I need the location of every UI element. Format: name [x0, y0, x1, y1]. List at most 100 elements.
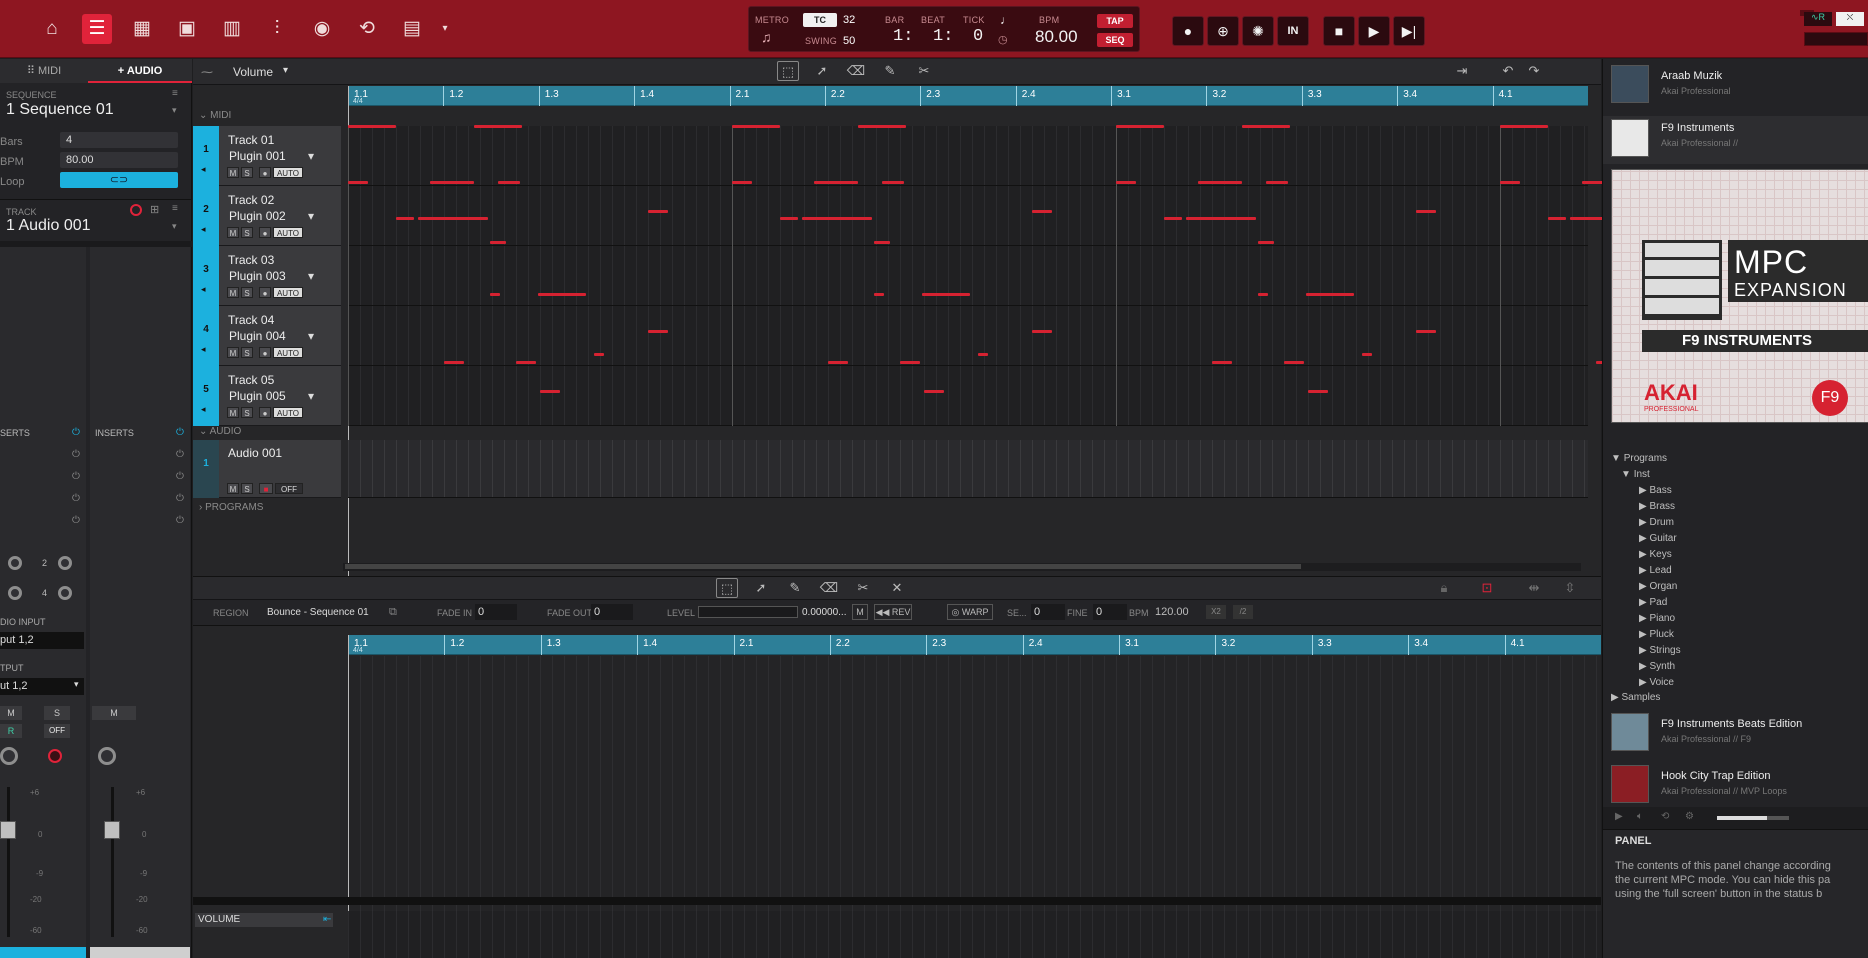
track-name[interactable]: Audio 001 [228, 446, 282, 460]
grid-mode-icon[interactable]: ▦ [127, 14, 157, 44]
midi-section-header[interactable]: ⌄ MIDI [199, 110, 231, 121]
midi-note[interactable] [1548, 217, 1566, 220]
fade-in-field[interactable]: 0 [475, 604, 517, 620]
midi-note[interactable] [540, 389, 560, 393]
bpm-field[interactable]: 120.00 [1155, 606, 1189, 618]
midi-note[interactable] [648, 209, 668, 213]
plugin-select[interactable]: Plugin 002 [229, 209, 314, 223]
tree-toggle-icon[interactable]: ▶ [1639, 533, 1649, 544]
midi-note[interactable] [1362, 353, 1372, 356]
plugin-select[interactable]: Plugin 004 [229, 329, 314, 343]
track-number[interactable]: 5 [193, 366, 219, 426]
insert-slot-power-icon[interactable]: ⏻ [72, 449, 80, 460]
mute-button[interactable]: M [227, 227, 239, 238]
plugin-select[interactable]: Plugin 005 [229, 389, 314, 403]
midi-note[interactable] [1116, 181, 1136, 184]
midi-note[interactable] [1186, 217, 1256, 220]
tick-value[interactable]: 0 [973, 27, 983, 46]
track-lane[interactable] [348, 246, 1738, 306]
track-number[interactable]: 1 [193, 126, 219, 186]
bars-field[interactable]: 4 [60, 132, 178, 148]
play-preview-icon[interactable]: ▶ [1615, 811, 1623, 822]
warp-button[interactable]: ◎ WARP [947, 604, 993, 620]
beat-value[interactable]: 1: [933, 27, 953, 46]
mute-button[interactable]: M [227, 347, 239, 358]
menu-icon[interactable]: ≡ [172, 88, 178, 99]
track-name[interactable]: Track 05 [228, 373, 274, 387]
midi-note[interactable] [430, 181, 474, 184]
solo-button[interactable]: S [44, 706, 70, 720]
pencil-tool-icon[interactable]: ✎ [784, 578, 806, 598]
tree-item-strings[interactable]: ▶ Strings [1639, 645, 1681, 656]
wifi-r-icon[interactable]: ∿R [1804, 12, 1832, 26]
audio-track-lane[interactable] [348, 440, 1588, 498]
record-mode-icon[interactable]: ◉ [307, 14, 337, 44]
tap-button[interactable]: TAP [1097, 14, 1133, 28]
overdub-button[interactable]: ⊕ [1207, 16, 1239, 46]
midi-note[interactable] [858, 124, 906, 128]
audio-section-header[interactable]: ⌄ AUDIO [199, 426, 241, 437]
fade-out-field[interactable]: 0 [591, 604, 633, 620]
tree-toggle-icon[interactable]: ▶ [1639, 485, 1649, 496]
midi-note[interactable] [594, 353, 604, 356]
browser-item-title[interactable]: Hook City Trap Edition [1661, 770, 1770, 782]
track-lane[interactable] [348, 124, 1674, 186]
stop-button[interactable]: ■ [1323, 16, 1355, 46]
auto-button[interactable]: AUTO [273, 287, 303, 298]
track-record-icon[interactable] [130, 204, 142, 216]
programs-section-header[interactable]: › PROGRAMS [199, 502, 263, 513]
scissors-tool-icon[interactable]: ✂ [913, 61, 935, 81]
midi-note[interactable] [828, 361, 848, 364]
tree-samples[interactable]: ▶ Samples [1611, 692, 1660, 703]
automation-button[interactable]: ✺ [1242, 16, 1274, 46]
midi-note[interactable] [978, 353, 988, 356]
midi-note[interactable] [1266, 181, 1288, 184]
midi-note[interactable] [444, 361, 464, 364]
track-header[interactable]: 1◂ Track 01 Plugin 001 MS ●AUTO [193, 126, 341, 186]
midi-note[interactable] [1308, 389, 1328, 393]
volume-fader[interactable] [0, 821, 16, 839]
solo-button[interactable]: S [241, 483, 253, 494]
follow-icon[interactable]: ⇥ [1451, 61, 1473, 81]
lock-icon[interactable]: 🔒︎ [1433, 578, 1455, 598]
seq-button[interactable]: SEQ [1097, 33, 1133, 47]
track-number[interactable]: 3 [193, 246, 219, 306]
tree-item-synth[interactable]: ▶ Synth [1639, 661, 1675, 672]
browser-item-title[interactable]: F9 Instruments [1661, 122, 1734, 134]
pointer-tool-icon[interactable]: ➚ [811, 61, 833, 81]
playhead[interactable] [348, 635, 349, 955]
chevron-down-icon[interactable]: ▾ [283, 65, 288, 76]
read-button[interactable]: R [0, 724, 22, 738]
tree-item-lead[interactable]: ▶ Lead [1639, 565, 1672, 576]
connection-icon[interactable]: ⛌ [1836, 12, 1864, 26]
eraser-tool-icon[interactable]: ⌫ [818, 578, 840, 598]
auto-button[interactable]: AUTO [273, 407, 303, 418]
scissors-tool-icon[interactable]: ✂ [852, 578, 874, 598]
track-number[interactable]: 4 [193, 306, 219, 366]
midi-note[interactable] [538, 293, 586, 296]
insert-slot-power-icon[interactable]: ⏻ [72, 471, 80, 482]
mute-button[interactable]: M [0, 706, 22, 720]
track-header[interactable]: 2◂ Track 02 Plugin 002 MS ●AUTO [193, 186, 341, 246]
insert-slot-power-icon[interactable]: ⏻ [176, 449, 184, 460]
send-knob[interactable] [8, 586, 22, 600]
tree-item-pluck[interactable]: ▶ Pluck [1639, 629, 1674, 640]
track-dropdown-icon[interactable]: ▾ [172, 221, 177, 232]
fine-field[interactable]: 0 [1093, 604, 1127, 620]
timeline-ruler[interactable]: 1.1 1.2 1.3 1.4 2.1 2.2 2.3 2.4 3.1 3.2 3.3 3.4 4.1 4… [348, 86, 1588, 106]
record-arm-button[interactable]: ● [259, 287, 271, 298]
step-seq-icon[interactable]: ▥ [217, 14, 247, 44]
song-mode-icon[interactable]: ▤ [397, 14, 427, 44]
track-number[interactable]: 2 [193, 186, 219, 246]
tree-toggle-icon[interactable]: ▶ [1639, 597, 1649, 608]
audio-input-select[interactable]: put 1,2 [0, 632, 84, 649]
midi-note[interactable] [780, 217, 798, 220]
solo-button[interactable]: S [241, 287, 253, 298]
tree-toggle-icon[interactable]: ▶ [1639, 517, 1649, 528]
tree-item-drum[interactable]: ▶ Drum [1639, 517, 1674, 528]
insert-slot-power-icon[interactable]: ⏻ [72, 515, 80, 526]
midi-note[interactable] [1032, 329, 1052, 333]
parameter-select[interactable]: Volume [233, 65, 273, 79]
bpm-field[interactable]: 80.00 [60, 152, 178, 168]
swing-value[interactable]: 50 [843, 35, 855, 47]
